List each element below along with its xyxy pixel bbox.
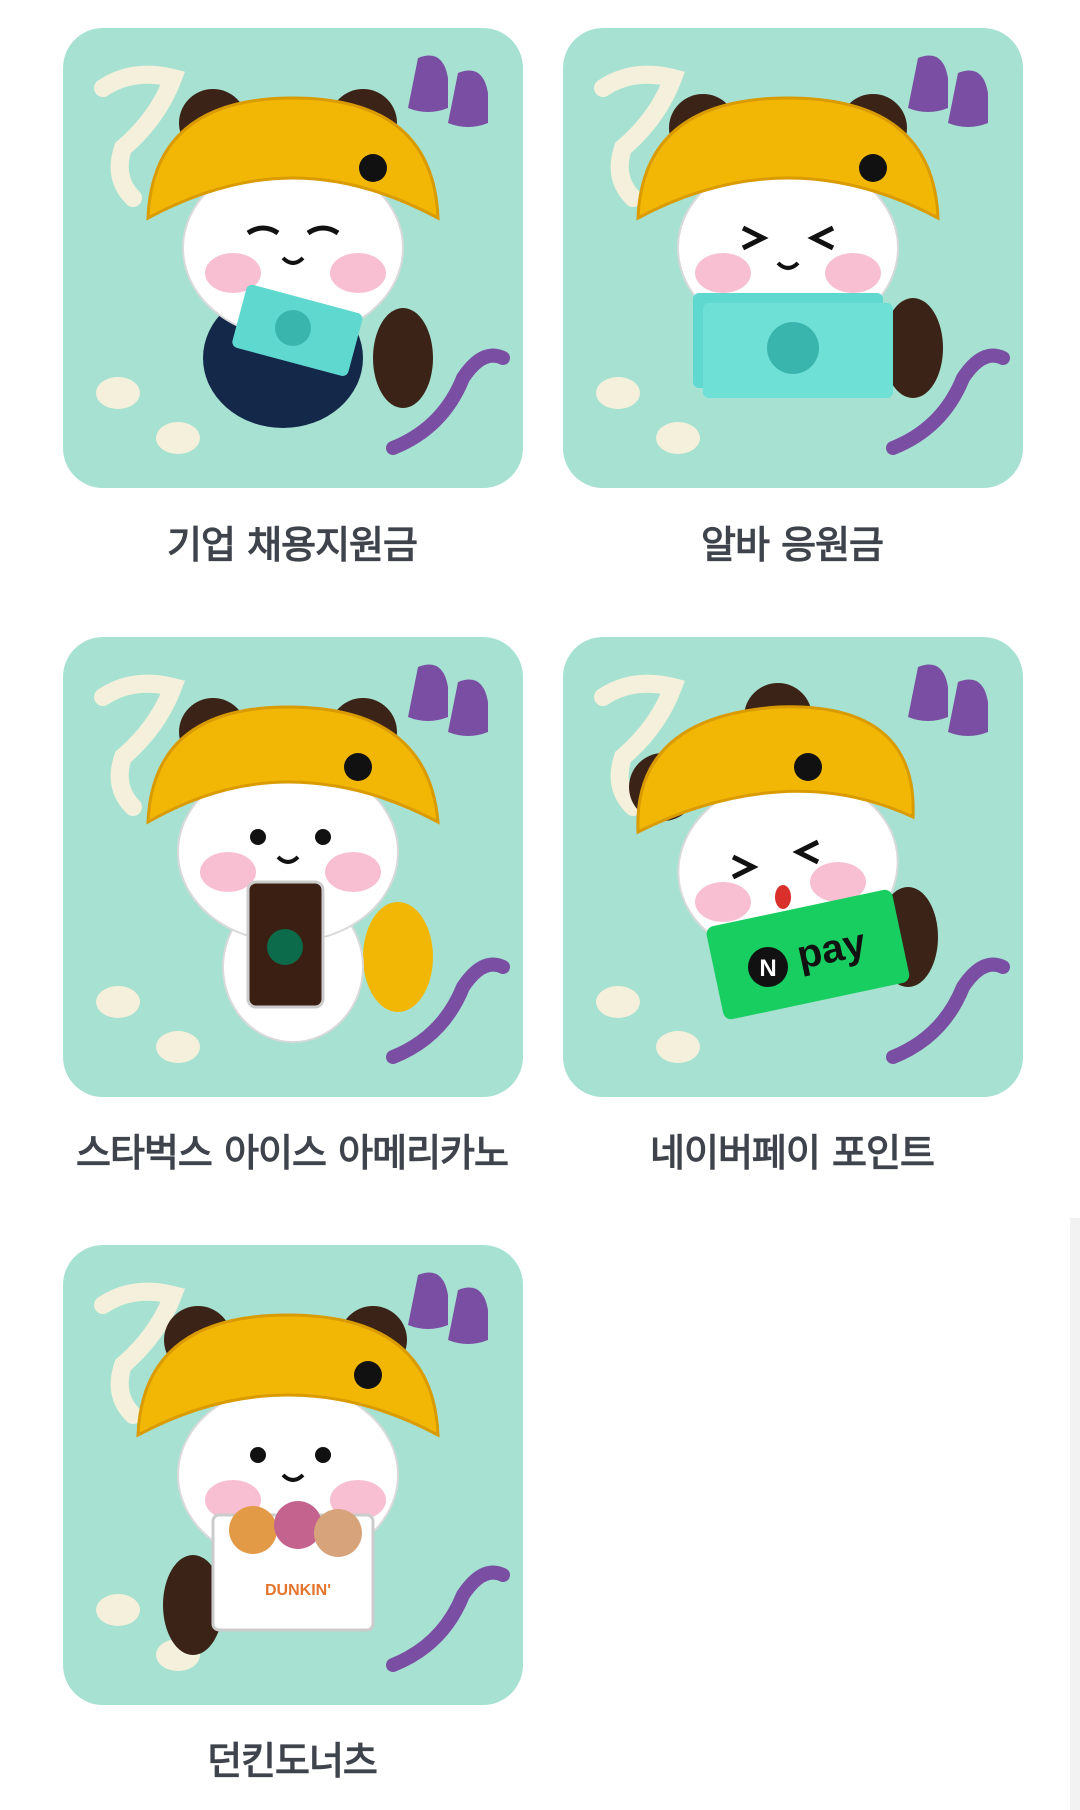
reward-card-parttime-support[interactable] [563,28,1023,488]
scrollbar-track[interactable] [1070,1218,1080,1810]
reward-label[interactable]: 알바 응원금 [522,514,1062,569]
reward-label[interactable]: 던킨도너츠 [22,1730,562,1785]
dunkin-logo: DUNKIN' [265,1582,331,1599]
reward-label[interactable]: 네이버페이 포인트 [522,1122,1062,1177]
mascot-illustration [594,55,1010,455]
npay-n-logo: N [759,955,776,982]
reward-card-dunkin[interactable]: DUNKIN' [63,1245,523,1705]
reward-label[interactable]: 스타벅스 아이스 아메리카노 [22,1122,562,1177]
mascot-illustration: DUNKIN' [94,1272,510,1672]
reward-label[interactable]: 기업 채용지원금 [22,514,562,569]
mascot-illustration [94,664,510,1064]
mascot-illustration: N pay [594,664,1010,1064]
reward-card-naverpay[interactable]: N pay [563,637,1023,1097]
mascot-illustration [94,55,510,455]
reward-card-starbucks[interactable] [63,637,523,1097]
reward-card-hiring-subsidy[interactable] [63,28,523,488]
